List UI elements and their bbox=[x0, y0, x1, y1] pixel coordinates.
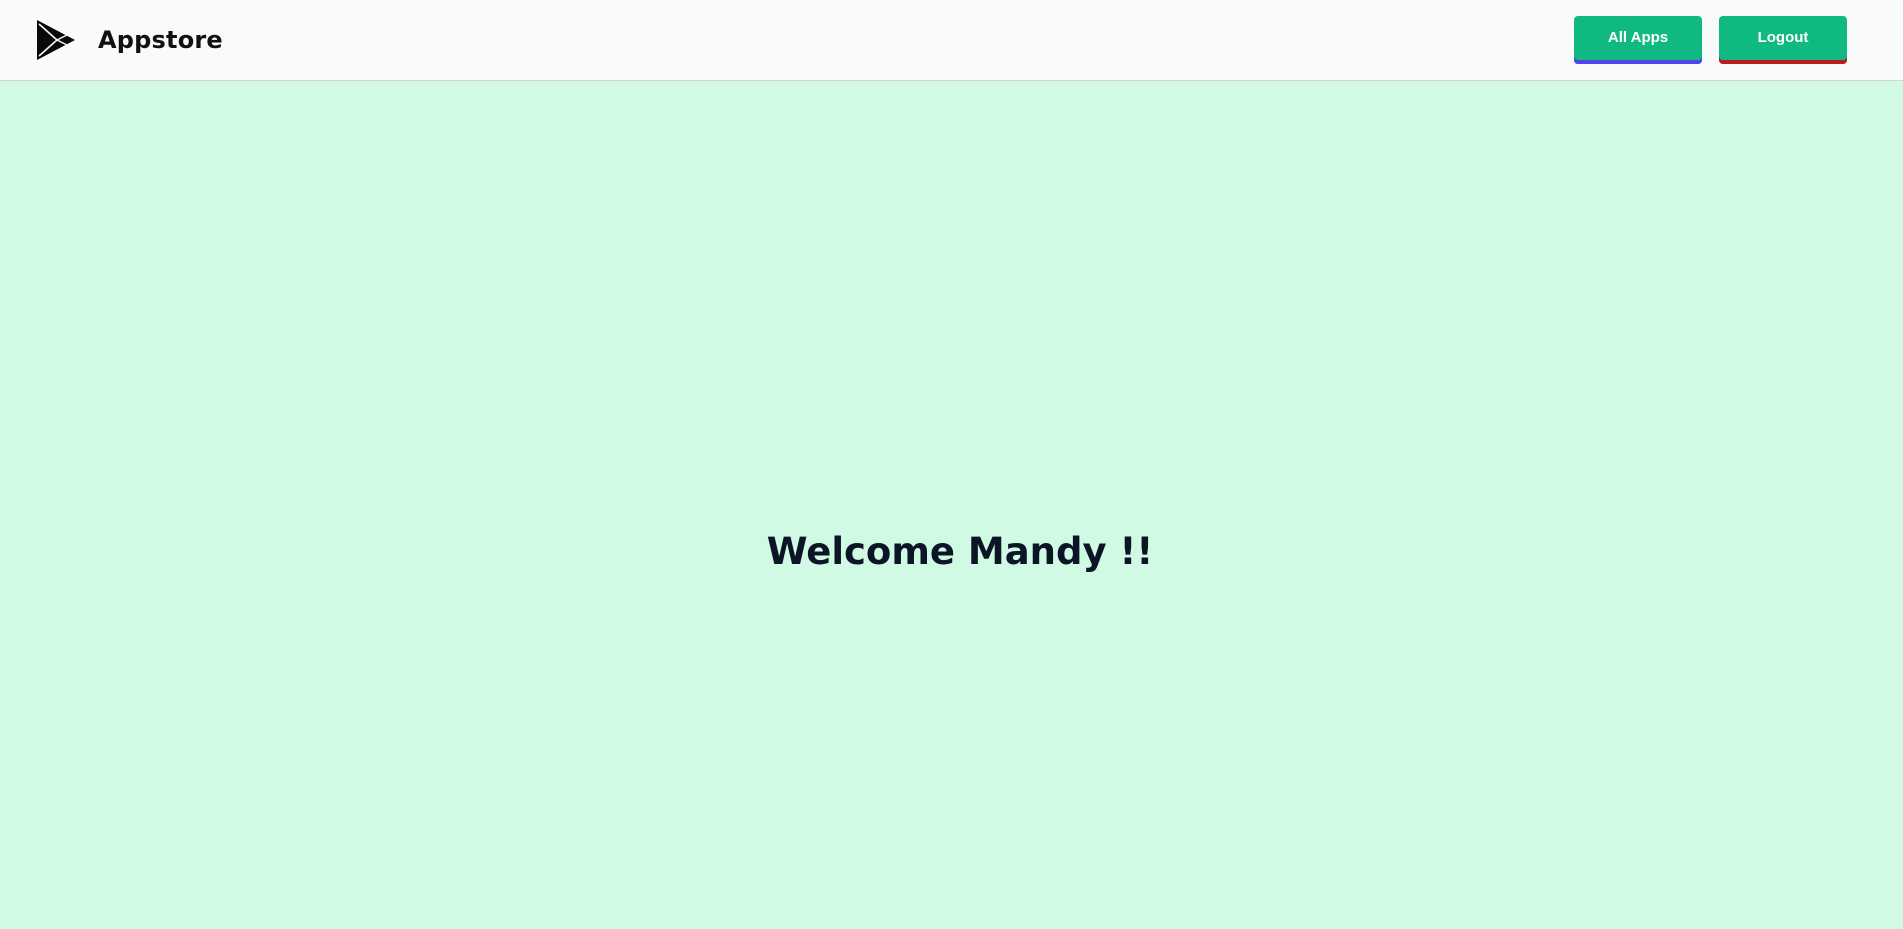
all-apps-button[interactable]: All Apps bbox=[1574, 16, 1702, 64]
nav-actions: All Apps Logout bbox=[1574, 16, 1847, 64]
welcome-heading: Welcome Mandy !! bbox=[766, 530, 1154, 573]
top-navbar: Appstore All Apps Logout bbox=[0, 0, 1903, 81]
brand-name: Appstore bbox=[98, 26, 223, 54]
logout-button[interactable]: Logout bbox=[1719, 16, 1847, 64]
play-store-icon bbox=[37, 20, 75, 60]
brand[interactable]: Appstore bbox=[36, 18, 223, 62]
